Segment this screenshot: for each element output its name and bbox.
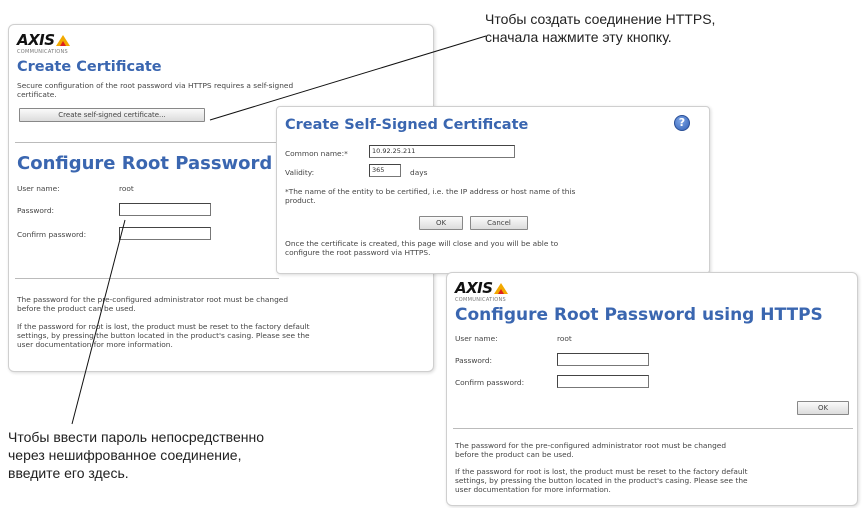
direct-callout-line: [71, 219, 126, 425]
direct-callout-text: Чтобы ввести пароль непосредственно чере…: [8, 429, 264, 481]
https-callout-line: [209, 35, 487, 121]
https-callout-text: Чтобы создать соединение HTTPS, сначала …: [485, 11, 716, 45]
